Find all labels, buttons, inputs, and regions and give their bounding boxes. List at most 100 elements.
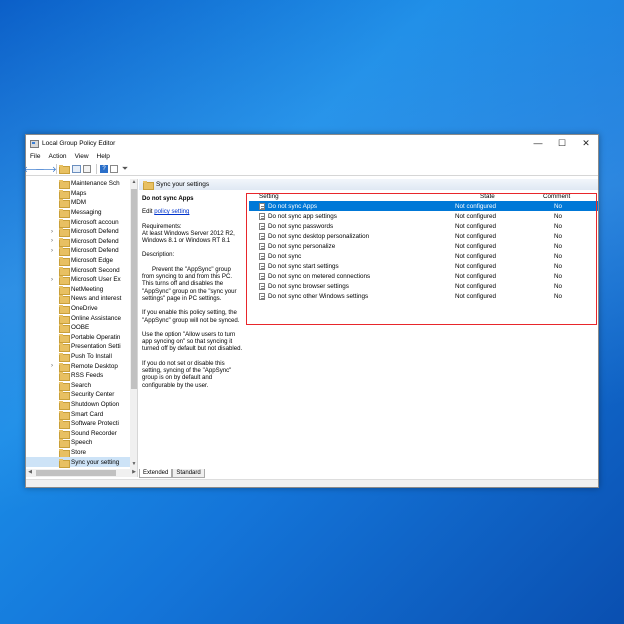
- tree-item[interactable]: › Remote Desktop: [26, 361, 137, 372]
- properties-icon[interactable]: [110, 164, 118, 173]
- tree-item[interactable]: › Microsoft Defend: [26, 237, 137, 247]
- setting-name-cell: Do not sync browser settings: [259, 282, 349, 290]
- tree-item[interactable]: NetMeeting: [26, 285, 137, 295]
- tree-item[interactable]: Shutdown Option: [26, 400, 137, 410]
- setting-name: Do not sync start settings: [268, 262, 339, 270]
- tree-item-label: Portable Operatin: [71, 333, 121, 341]
- edit-prefix: Edit: [142, 208, 153, 216]
- tree-item[interactable]: Sound Recorder: [26, 428, 137, 439]
- folder-icon: [59, 189, 70, 199]
- scroll-thumb[interactable]: [131, 189, 137, 389]
- tree-item[interactable]: Speech: [26, 438, 137, 449]
- tab-standard[interactable]: Standard: [172, 469, 205, 478]
- tab-extended[interactable]: Extended: [139, 469, 173, 478]
- forward-icon[interactable]: 🡒: [35, 164, 56, 174]
- folder-icon: [143, 181, 154, 190]
- menu-action[interactable]: Action: [48, 153, 66, 160]
- export-list-icon[interactable]: [83, 164, 91, 173]
- tree-item[interactable]: Software Protecti: [26, 419, 137, 430]
- tree-item[interactable]: Maps: [26, 189, 137, 199]
- scroll-right-icon[interactable]: ▶: [130, 469, 137, 477]
- tree-item[interactable]: Online Assistance: [26, 313, 137, 324]
- tree-item-label: Microsoft User Ex: [71, 276, 121, 284]
- expand-chevron-icon[interactable]: ›: [51, 229, 53, 235]
- requirements-block: Requirements: At least Windows Server 20…: [142, 223, 244, 245]
- column-header-state[interactable]: State: [480, 193, 495, 200]
- policy-setting-icon: [259, 232, 265, 240]
- scroll-thumb[interactable]: [36, 470, 116, 476]
- tree-item-label: Microsoft Edge: [71, 257, 113, 265]
- up-icon[interactable]: [59, 164, 70, 174]
- menu-view[interactable]: View: [75, 153, 89, 160]
- tree-item[interactable]: OneDrive: [26, 304, 137, 315]
- setting-row[interactable]: Do not sync personalize Not configured No: [249, 241, 598, 251]
- setting-row[interactable]: Do not sync Not configured No: [249, 251, 598, 261]
- menu-file[interactable]: File: [30, 153, 40, 160]
- tree-item-label: Software Protecti: [71, 420, 119, 428]
- tree-item[interactable]: RSS Feeds: [26, 371, 137, 382]
- setting-name: Do not sync Apps: [268, 202, 318, 210]
- setting-row[interactable]: Do not sync Apps Not configured No: [249, 201, 598, 211]
- menu-help[interactable]: Help: [97, 153, 110, 160]
- tree-horizontal-scrollbar[interactable]: ◀ ▶: [26, 469, 137, 477]
- expand-chevron-icon[interactable]: ›: [51, 277, 53, 283]
- folder-icon: [59, 285, 70, 295]
- tree-item[interactable]: OOBE: [26, 323, 137, 334]
- setting-row[interactable]: Do not sync desktop personalization Not c…: [249, 231, 598, 241]
- tree-item[interactable]: Security Center: [26, 390, 137, 401]
- column-header-setting[interactable]: Setting: [259, 193, 279, 200]
- tree-item[interactable]: › Microsoft Defend: [26, 246, 137, 257]
- setting-state: Not configured: [455, 282, 496, 290]
- tree-item[interactable]: Maintenance Sch: [26, 179, 137, 190]
- tree-item[interactable]: Search: [26, 380, 137, 391]
- setting-row[interactable]: Do not sync other Windows settings Not co…: [249, 291, 598, 301]
- tree-item[interactable]: Sync your setting: [26, 457, 137, 468]
- maximize-button[interactable]: ☐: [550, 135, 574, 151]
- scroll-down-icon[interactable]: ▼: [130, 461, 137, 469]
- folder-icon: [59, 257, 70, 267]
- folder-icon: [59, 381, 70, 391]
- scroll-up-icon[interactable]: ▲: [130, 179, 137, 187]
- expand-chevron-icon[interactable]: ›: [51, 238, 53, 244]
- tree-item[interactable]: Microsoft Second: [26, 265, 137, 276]
- folder-icon: [59, 458, 70, 468]
- setting-row[interactable]: Do not sync browser settings Not configur…: [249, 281, 598, 291]
- close-button[interactable]: ✕: [574, 135, 598, 151]
- tree-item[interactable]: Store: [26, 448, 137, 458]
- tree-item[interactable]: Portable Operatin: [26, 333, 137, 343]
- column-header-comment[interactable]: Comment: [543, 193, 570, 200]
- folder-icon: [59, 276, 70, 286]
- expand-chevron-icon[interactable]: ›: [51, 363, 53, 369]
- setting-row[interactable]: Do not sync app settings Not configured No: [249, 211, 598, 221]
- scroll-left-icon[interactable]: ◀: [26, 469, 34, 477]
- tree-item[interactable]: Microsoft Edge: [26, 256, 137, 267]
- filter-icon[interactable]: ⏷: [120, 164, 130, 174]
- setting-row[interactable]: Do not sync on metered connections Not co…: [249, 271, 598, 281]
- tree-vertical-scrollbar[interactable]: ▲ ▼: [130, 179, 137, 469]
- setting-row[interactable]: Do not sync start settings Not configured…: [249, 261, 598, 271]
- setting-state: Not configured: [455, 262, 496, 270]
- tree-item[interactable]: › Microsoft Defend: [26, 227, 137, 238]
- help-icon[interactable]: ?: [100, 164, 108, 173]
- setting-name: Do not sync: [268, 252, 302, 260]
- setting-name-cell: Do not sync other Windows settings: [259, 292, 368, 300]
- title-bar[interactable]: Local Group Policy Editor — ☐ ✕: [26, 135, 598, 151]
- tree-item[interactable]: MDM: [26, 198, 137, 209]
- tree-item[interactable]: Push To Install: [26, 352, 137, 362]
- folder-icon: [59, 228, 70, 238]
- show-hide-tree-icon[interactable]: [72, 164, 81, 173]
- minimize-button[interactable]: —: [526, 135, 550, 151]
- tree-item[interactable]: Presentation Setti: [26, 342, 137, 353]
- tree-item[interactable]: Messaging: [26, 208, 137, 219]
- tree-item[interactable]: Smart Card: [26, 409, 137, 420]
- tree-item-label: News and interest: [71, 295, 122, 303]
- expand-chevron-icon[interactable]: ›: [51, 248, 53, 254]
- setting-row[interactable]: Do not sync passwords Not configured No: [249, 221, 598, 231]
- tree-item[interactable]: News and interest: [26, 294, 137, 305]
- setting-comment: No: [554, 272, 563, 280]
- setting-comment: No: [554, 222, 563, 230]
- tree-item[interactable]: Microsoft accoun: [26, 217, 137, 228]
- edit-policy-link[interactable]: policy setting: [154, 208, 189, 215]
- folder-icon: [59, 372, 70, 382]
- tree-item[interactable]: › Microsoft User Ex: [26, 275, 137, 286]
